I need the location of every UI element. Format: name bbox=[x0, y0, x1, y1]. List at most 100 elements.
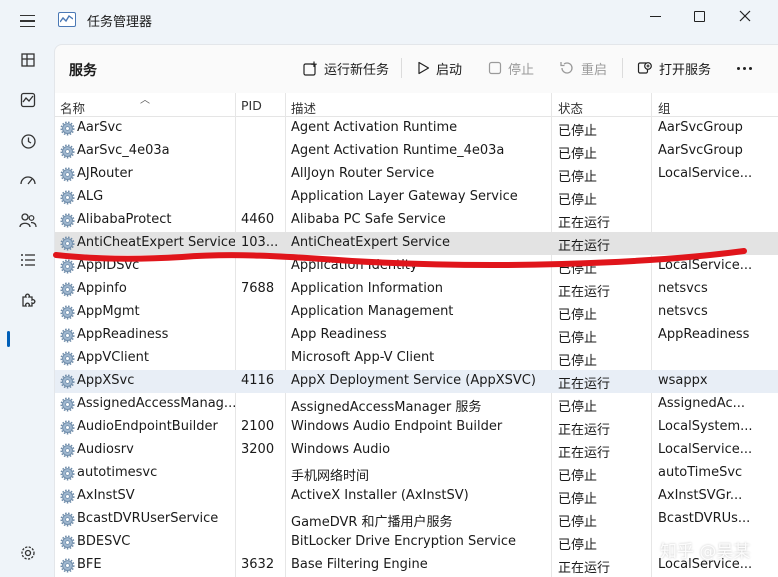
service-group: AarSvcGroup bbox=[658, 143, 743, 158]
table-row[interactable]: ALG Application Layer Gateway Service 已停止 bbox=[55, 186, 778, 209]
window-title: 任务管理器 bbox=[87, 15, 153, 30]
service-description: 手机网络时间 bbox=[291, 469, 370, 484]
sort-ascending-icon: ︿ bbox=[140, 95, 150, 106]
service-description: Agent Activation Runtime bbox=[291, 120, 458, 135]
table-row[interactable]: AarSvc Agent Activation Runtime 已停止 AarSvcG… bbox=[55, 117, 778, 140]
sidebar-item-details[interactable] bbox=[10, 244, 46, 276]
service-status: 已停止 bbox=[558, 147, 598, 162]
restart-button[interactable]: 重启 bbox=[559, 57, 607, 79]
table-row[interactable]: AppIDSvc Application Identity 已停止 LocalServ… bbox=[55, 255, 778, 278]
service-description: BitLocker Drive Encryption Service bbox=[291, 534, 517, 549]
service-gear-icon bbox=[60, 328, 75, 343]
column-header-description[interactable]: 描述 bbox=[291, 98, 316, 117]
minimize-button[interactable] bbox=[632, 0, 678, 32]
table-row[interactable]: AntiCheatExpert Service 103... AntiCheatEx… bbox=[55, 232, 778, 255]
sidebar-item-performance[interactable] bbox=[10, 84, 46, 116]
service-description: Application Identity bbox=[291, 258, 418, 273]
service-status: 正在运行 bbox=[558, 377, 611, 392]
performance-icon bbox=[20, 92, 36, 108]
service-gear-icon bbox=[60, 190, 75, 205]
column-header-name[interactable]: 名称 bbox=[60, 98, 85, 117]
table-row[interactable]: BcastDVRUserService GameDVR 和广播用户服务 已停止 Bca… bbox=[55, 508, 778, 531]
service-gear-icon bbox=[60, 466, 75, 481]
sidebar-item-users[interactable] bbox=[10, 204, 46, 236]
service-name: BDESVC bbox=[77, 534, 131, 549]
table-row[interactable]: AJRouter AllJoyn Router Service 已停止 LocalSe… bbox=[55, 163, 778, 186]
settings-gear-icon bbox=[21, 546, 35, 560]
start-button[interactable]: 启动 bbox=[417, 57, 462, 79]
service-status: 已停止 bbox=[558, 354, 598, 369]
service-status: 正在运行 bbox=[558, 446, 611, 461]
watermark: 知乎 @吴某 bbox=[660, 542, 751, 562]
service-group: netsvcs bbox=[658, 304, 708, 319]
service-group: BcastDVRUs... bbox=[658, 511, 751, 526]
service-pid: 4116 bbox=[241, 373, 275, 388]
service-group: AarSvcGroup bbox=[658, 120, 743, 135]
service-description: AssignedAccessManager 服务 bbox=[291, 400, 482, 415]
service-pid: 103... bbox=[241, 235, 279, 250]
service-description: Microsoft App-V Client bbox=[291, 350, 435, 365]
stop-icon bbox=[488, 61, 502, 75]
service-status: 已停止 bbox=[558, 193, 598, 208]
service-pid: 4460 bbox=[241, 212, 275, 227]
table-row[interactable]: AlibabaProtect 4460 Alibaba PC Safe Servic… bbox=[55, 209, 778, 232]
service-name: AarSvc_4e03a bbox=[77, 143, 170, 158]
service-pid: 2100 bbox=[241, 419, 275, 434]
sidebar-item-startup[interactable] bbox=[10, 164, 46, 196]
active-indicator bbox=[7, 331, 10, 347]
service-status: 已停止 bbox=[558, 170, 598, 185]
service-name: AppMgmt bbox=[77, 304, 140, 319]
table-row[interactable]: AppMgmt Application Management 已停止 netsvcs bbox=[55, 301, 778, 324]
table-row[interactable]: Appinfo 7688 Application Information 正在运行 ne… bbox=[55, 278, 778, 301]
close-button[interactable] bbox=[722, 0, 768, 32]
service-name: AudioEndpointBuilder bbox=[77, 419, 218, 434]
table-row[interactable]: Audiosrv 3200 Windows Audio 正在运行 LocalServic… bbox=[55, 439, 778, 462]
table-row[interactable]: AppXSvc 4116 AppX Deployment Service (AppX… bbox=[55, 370, 778, 393]
service-name: BFE bbox=[77, 557, 102, 572]
vertical-scrollbar[interactable] bbox=[771, 117, 778, 577]
service-name: AxInstSV bbox=[77, 488, 135, 503]
column-header-pid[interactable]: PID bbox=[241, 98, 262, 113]
service-name: AssignedAccessManag... bbox=[77, 396, 235, 411]
maximize-button[interactable] bbox=[676, 0, 722, 32]
table-row[interactable]: AudioEndpointBuilder 2100 Windows Audio En… bbox=[55, 416, 778, 439]
service-status: 正在运行 bbox=[558, 561, 611, 576]
more-options-button[interactable] bbox=[733, 57, 755, 79]
table-row[interactable]: AppVClient Microsoft App-V Client 已停止 bbox=[55, 347, 778, 370]
service-group: LocalService... bbox=[658, 442, 753, 457]
service-status: 已停止 bbox=[558, 469, 598, 484]
service-pid: 3632 bbox=[241, 557, 275, 572]
stop-button[interactable]: 停止 bbox=[488, 57, 534, 79]
table-row[interactable]: AarSvc_4e03a Agent Activation Runtime_4e0… bbox=[55, 140, 778, 163]
service-gear-icon bbox=[60, 259, 75, 274]
sidebar-item-services[interactable] bbox=[10, 284, 46, 316]
open-services-label: 打开服务 bbox=[659, 62, 712, 78]
start-label: 启动 bbox=[436, 62, 463, 78]
table-row[interactable]: AppReadiness App Readiness 已停止 AppReadiness bbox=[55, 324, 778, 347]
table-row[interactable]: AssignedAccessManag... AssignedAccessMana… bbox=[55, 393, 778, 416]
sidebar-item-app-history[interactable] bbox=[10, 125, 46, 157]
service-description: Windows Audio Endpoint Builder bbox=[291, 419, 503, 434]
table-row[interactable]: autotimesvc 手机网络时间 已停止 autoTimeSvc bbox=[55, 462, 778, 485]
column-header-status[interactable]: 状态 bbox=[558, 98, 583, 117]
stop-label: 停止 bbox=[508, 62, 535, 78]
table-row[interactable]: AxInstSV ActiveX Installer (AxInstSV) 已停止 A… bbox=[55, 485, 778, 508]
run-new-task-button[interactable]: 运行新任务 bbox=[303, 57, 389, 79]
service-group: LocalService... bbox=[658, 258, 753, 273]
processes-icon bbox=[21, 53, 35, 67]
service-group: netsvcs bbox=[658, 281, 708, 296]
column-header-group[interactable]: 组 bbox=[658, 98, 671, 117]
service-name: AppVClient bbox=[77, 350, 149, 365]
sidebar-item-settings[interactable] bbox=[10, 537, 46, 569]
menu-icon[interactable] bbox=[14, 10, 42, 32]
sidebar-item-processes[interactable] bbox=[10, 44, 46, 76]
open-services-button[interactable]: 打开服务 bbox=[637, 57, 711, 79]
service-gear-icon bbox=[60, 420, 75, 435]
service-description: App Readiness bbox=[291, 327, 387, 342]
service-description: Windows Audio bbox=[291, 442, 391, 457]
service-name: ALG bbox=[77, 189, 104, 204]
service-status: 已停止 bbox=[558, 331, 598, 346]
service-gear-icon bbox=[60, 144, 75, 159]
run-new-task-label: 运行新任务 bbox=[324, 62, 390, 78]
service-description: Application Layer Gateway Service bbox=[291, 189, 518, 204]
